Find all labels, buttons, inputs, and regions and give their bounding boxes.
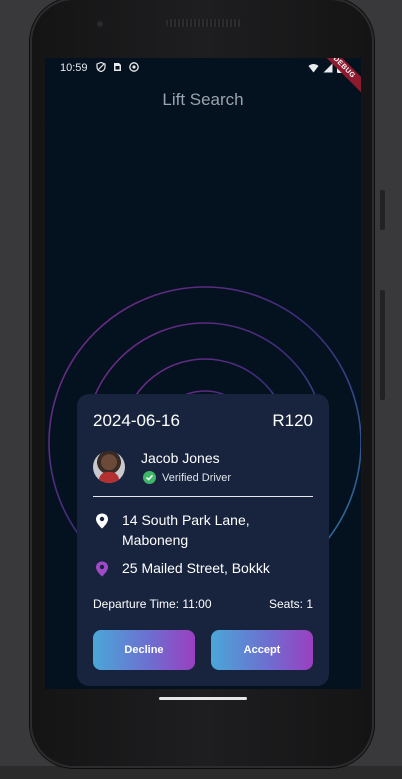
front-camera-icon xyxy=(95,19,105,29)
avatar[interactable] xyxy=(93,451,125,483)
decline-button[interactable]: Decline xyxy=(93,630,195,670)
divider xyxy=(93,496,313,497)
lift-request-card: 2024-06-16 R120 Jacob Jones Verified Dri… xyxy=(77,394,329,686)
pickup-address: 14 South Park Lane, Maboneng xyxy=(122,512,250,548)
pickup-location: 14 South Park Lane, Maboneng xyxy=(95,510,297,550)
verified-badge: Verified Driver xyxy=(143,471,231,484)
status-bar: 10:59 DEBUG xyxy=(45,58,361,97)
driver-name: Jacob Jones xyxy=(141,450,220,466)
dropoff-location: 25 Mailed Street, Bokkk xyxy=(95,558,297,578)
location-pin-icon xyxy=(96,561,108,577)
page-title: Lift Search xyxy=(162,90,244,109)
dropoff-address: 25 Mailed Street, Bokkk xyxy=(122,560,270,576)
status-icons-left xyxy=(96,62,139,72)
power-button xyxy=(380,190,385,230)
shield-icon xyxy=(96,62,106,72)
signal-icon xyxy=(323,63,333,72)
trip-price: R120 xyxy=(272,411,313,430)
check-circle-icon xyxy=(143,471,156,484)
status-time: 10:59 xyxy=(60,62,88,74)
notification-icon xyxy=(129,62,139,72)
earpiece-speaker xyxy=(166,19,242,27)
sim-card-icon xyxy=(114,63,121,71)
volume-button xyxy=(380,290,385,400)
seats-count: Seats: 1 xyxy=(268,597,313,611)
device-frame-backdrop: 10:59 DEBUG Lift Search 2024-06-16 R120 … xyxy=(0,0,402,779)
gesture-bar[interactable] xyxy=(159,697,247,700)
trip-date: 2024-06-16 xyxy=(93,411,180,430)
departure-time: Departure Time: 11:00 xyxy=(93,597,212,611)
verified-label: Verified Driver xyxy=(162,471,232,484)
accept-button[interactable]: Accept xyxy=(211,630,313,670)
wifi-icon xyxy=(308,63,319,72)
location-pin-icon xyxy=(96,513,108,529)
